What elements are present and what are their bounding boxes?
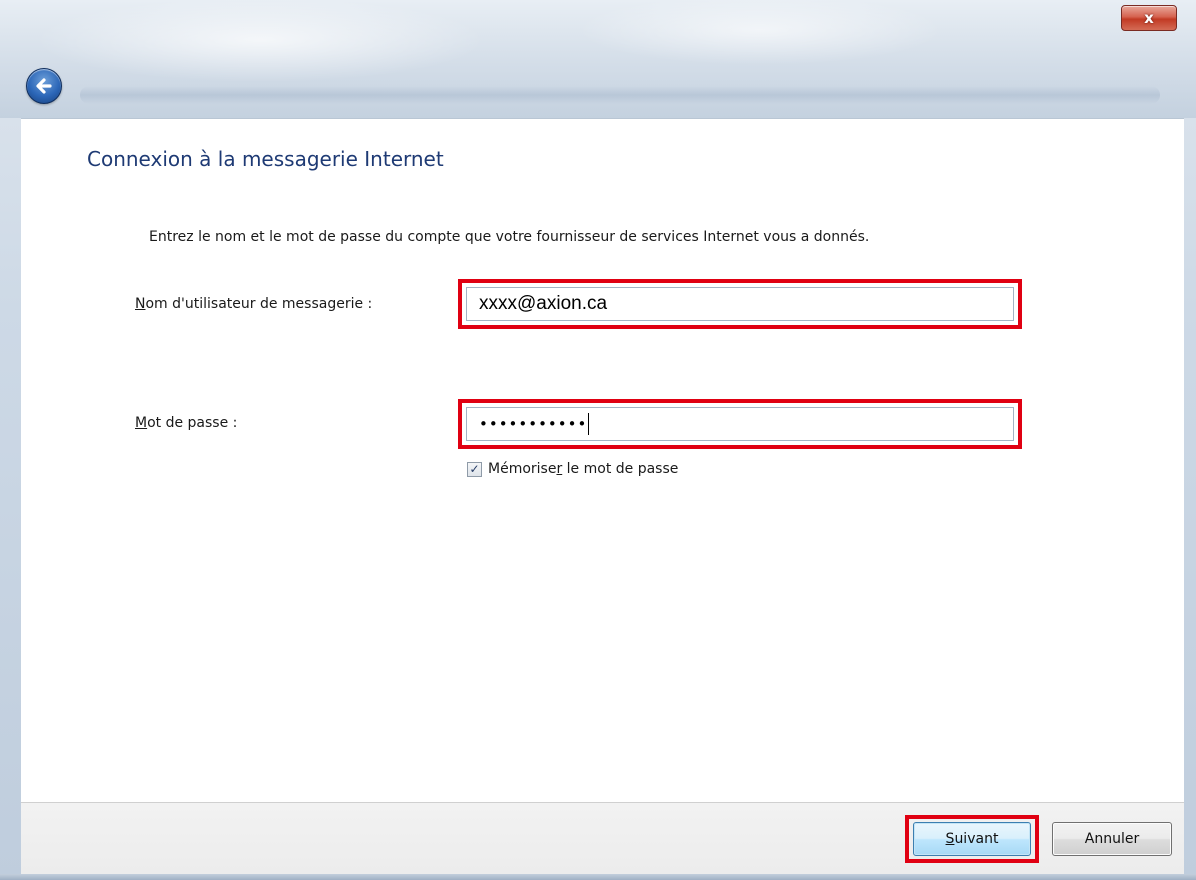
text-caret — [588, 413, 590, 435]
password-value: ••••••••••• — [479, 415, 588, 433]
next-button[interactable]: Suivant — [913, 822, 1031, 856]
title-bar-glass — [80, 86, 1160, 104]
remember-password-row[interactable]: ✓ Mémoriser le mot de passe — [467, 461, 678, 477]
username-label-text: om d'utilisateur de messagerie : — [145, 296, 373, 312]
next-button-accesskey: S — [945, 831, 955, 847]
username-value: xxxx@axion.ca — [479, 293, 608, 314]
instruction-text: Entrez le nom et le mot de passe du comp… — [149, 229, 870, 245]
cancel-button[interactable]: Annuler — [1052, 822, 1172, 856]
title-bar: x — [0, 0, 1196, 118]
username-label: Nom d'utilisateur de messagerie : — [135, 296, 372, 312]
remember-label-before: Mémorise — [488, 461, 557, 477]
checkmark-icon: ✓ — [469, 462, 480, 476]
username-label-accesskey: N — [135, 296, 146, 312]
button-bar: Suivant Annuler — [21, 802, 1184, 875]
back-arrow-icon — [36, 78, 52, 94]
window-bottom-border — [0, 874, 1196, 880]
next-button-highlight: Suivant — [905, 815, 1039, 863]
close-button[interactable]: x — [1121, 5, 1177, 31]
remember-label-after: le mot de passe — [562, 461, 679, 477]
password-field[interactable]: ••••••••••• — [466, 407, 1014, 441]
next-button-label: uivant — [954, 831, 999, 847]
password-label: Mot de passe : — [135, 415, 237, 431]
page-title: Connexion à la messagerie Internet — [87, 147, 444, 171]
password-highlight: ••••••••••• — [458, 399, 1022, 449]
wizard-window: x Connexion à la messagerie Internet Ent… — [0, 0, 1196, 880]
username-field[interactable]: xxxx@axion.ca — [466, 287, 1014, 321]
password-label-accesskey: M — [135, 415, 148, 431]
close-icon: x — [1144, 8, 1154, 27]
back-button[interactable] — [26, 68, 62, 104]
username-highlight: xxxx@axion.ca — [458, 279, 1022, 329]
content-panel: Connexion à la messagerie Internet Entre… — [21, 118, 1184, 803]
cancel-button-label: Annuler — [1084, 831, 1140, 847]
remember-password-checkbox[interactable]: ✓ — [467, 461, 482, 477]
remember-password-label[interactable]: Mémoriser le mot de passe — [488, 461, 678, 477]
password-label-text: ot de passe : — [147, 415, 238, 431]
